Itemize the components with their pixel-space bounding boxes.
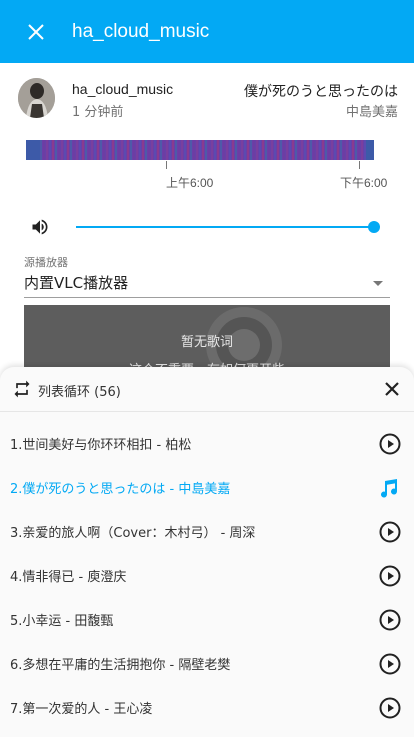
source-select[interactable]: 内置VLC播放器 [24, 272, 128, 293]
list-item[interactable]: 5.小幸运 - 田馥甄 [0, 598, 414, 642]
history-timeline[interactable] [26, 140, 374, 160]
play-circle-icon[interactable] [378, 520, 402, 544]
repeat-icon[interactable] [12, 379, 32, 399]
entity-name: ha_cloud_music [72, 81, 174, 97]
play-circle-icon[interactable] [378, 432, 402, 456]
list-item[interactable]: 3.亲爱的旅人啊（Cover：木村弓） - 周深 [0, 510, 414, 554]
play-circle-icon[interactable] [378, 608, 402, 632]
play-circle-icon[interactable] [378, 564, 402, 588]
list-item[interactable]: 7.第一次爱的人 - 王心凌 [0, 686, 414, 730]
tick-label: 下午6:00 [340, 176, 388, 190]
play-circle-icon[interactable] [378, 652, 402, 676]
select-underline [24, 297, 390, 298]
last-changed: 1 分钟前 [72, 105, 124, 120]
media-artist: 中島美嘉 [345, 105, 398, 120]
volume-control [30, 215, 384, 239]
volume-slider-handle[interactable] [368, 221, 380, 233]
app-header: ha_cloud_music [0, 0, 414, 63]
entity-row[interactable]: ha_cloud_music 1 分钟前 僕が死のうと思ったのは 中島美嘉 [18, 78, 398, 120]
avatar [18, 78, 55, 118]
source-label: 源播放器 [24, 256, 68, 269]
list-item[interactable]: 2.僕が死のうと思ったのは - 中島美嘉 [0, 466, 414, 510]
media-title: 僕が死のうと思ったのは [244, 84, 398, 100]
page-title: ha_cloud_music [72, 20, 210, 42]
close-button[interactable] [0, 0, 72, 63]
close-icon [28, 23, 44, 40]
track-title: 5.小幸运 - 田馥甄 [10, 614, 114, 629]
list-item[interactable]: 6.多想在平庸的生活拥抱你 - 隔壁老樊 [0, 642, 414, 686]
playlist-sheet: 列表循环 (56) 1.世间美好与你环环相扣 - 柏松 2.僕が死のうと思ったの… [0, 367, 414, 737]
volume-up-icon[interactable] [30, 217, 50, 237]
track-title: 4.情非得已 - 庾澄庆 [10, 570, 127, 585]
track-title: 7.第一次爱的人 - 王心凌 [10, 702, 153, 717]
track-title: 3.亲爱的旅人啊（Cover：木村弓） - 周深 [10, 526, 256, 541]
history-axis [26, 161, 374, 169]
music-note-icon[interactable] [378, 476, 402, 500]
tick-label: 上午6:00 [166, 176, 214, 190]
play-mode-label[interactable]: 列表循环 (56) [38, 381, 121, 400]
list-item[interactable]: 1.世间美好与你环环相扣 - 柏松 [0, 422, 414, 466]
list-item[interactable]: 4.情非得已 - 庾澄庆 [0, 554, 414, 598]
lyrics-empty: 暂无歌词 [180, 335, 233, 350]
playlist-header: 列表循环 (56) [0, 367, 414, 412]
track-title: 2.僕が死のうと思ったのは - 中島美嘉 [10, 482, 231, 497]
play-circle-icon[interactable] [378, 696, 402, 720]
volume-slider-track[interactable] [76, 226, 374, 228]
close-icon[interactable] [382, 379, 402, 399]
track-title: 6.多想在平庸的生活拥抱你 - 隔壁老樊 [10, 658, 231, 673]
chevron-down-icon[interactable] [373, 281, 383, 286]
track-title: 1.世间美好与你环环相扣 - 柏松 [10, 438, 192, 453]
